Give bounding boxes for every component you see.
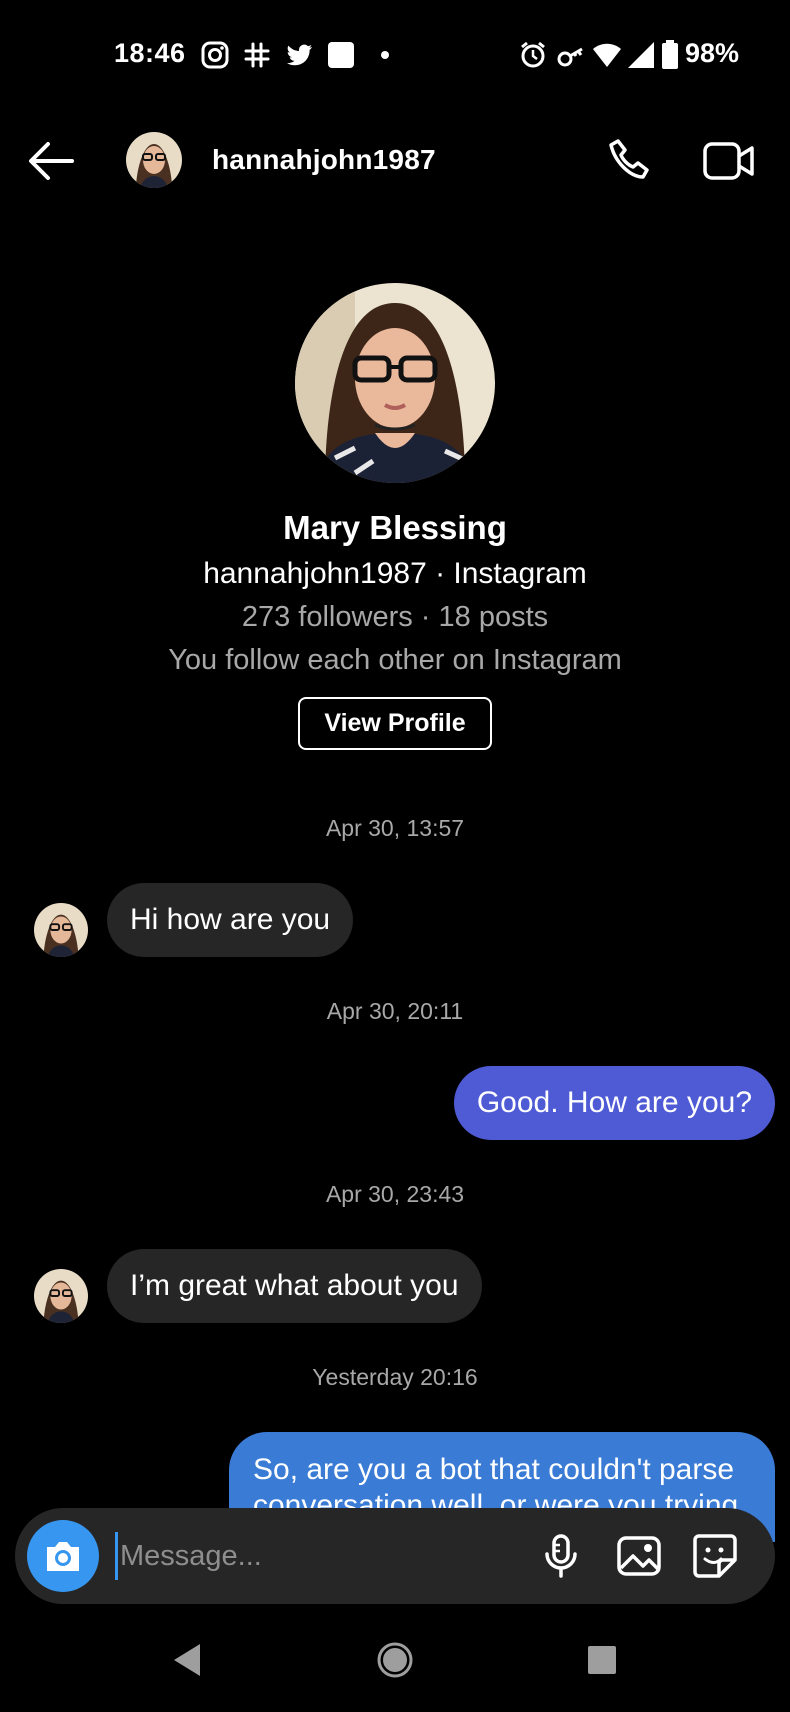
instagram-icon xyxy=(201,41,229,69)
battery-percent: 98% xyxy=(685,38,740,68)
battery-icon xyxy=(662,40,678,69)
chat-header: hannahjohn1987 xyxy=(0,110,790,210)
message-bubble-incoming[interactable]: Hi how are you xyxy=(107,883,354,957)
message-text: I’m great what about you xyxy=(130,1269,459,1302)
profile-name: Mary Blessing xyxy=(283,509,507,546)
message-timestamp: Yesterday 20:16 xyxy=(312,1364,478,1390)
signal-icon xyxy=(628,42,654,68)
message-composer xyxy=(15,1508,775,1604)
avatar-photo xyxy=(34,1269,88,1323)
avatar[interactable] xyxy=(34,903,88,957)
avatar-photo xyxy=(126,132,182,188)
profile-stats: 273 followers · 18 posts xyxy=(241,601,549,633)
gallery-icon[interactable] xyxy=(615,1532,663,1580)
video-camera-icon[interactable] xyxy=(702,136,756,186)
alarm-icon xyxy=(521,41,545,68)
camera-icon xyxy=(47,1542,79,1571)
camera-button[interactable] xyxy=(27,1520,99,1592)
profile-card: Mary Blessing hannahjohn1987 · Instagram… xyxy=(0,283,790,677)
view-profile-button[interactable]: View Profile xyxy=(298,697,492,750)
header-username[interactable]: hannahjohn1987 xyxy=(212,144,436,176)
message-bubble-outgoing[interactable]: Good. How are you? xyxy=(453,1066,775,1140)
message-timestamp: Apr 30, 23:43 xyxy=(325,1181,465,1207)
square-icon xyxy=(328,42,354,68)
status-bar: 18:46 98% xyxy=(0,0,790,110)
system-nav-bar xyxy=(0,1610,790,1712)
message-bubble-incoming[interactable]: I’m great what about you xyxy=(107,1249,482,1323)
microphone-icon[interactable] xyxy=(537,1532,585,1580)
nav-home-icon[interactable] xyxy=(375,1640,415,1680)
profile-avatar[interactable] xyxy=(295,283,495,483)
message-timestamp: Apr 30, 20:11 xyxy=(326,998,464,1024)
nav-recents-icon[interactable] xyxy=(582,1640,622,1680)
avatar[interactable] xyxy=(126,132,182,188)
avatar[interactable] xyxy=(34,1269,88,1323)
profile-mutual-follow: You follow each other on Instagram xyxy=(168,644,622,676)
wifi-icon xyxy=(593,43,621,67)
vpn-key-icon xyxy=(557,47,583,67)
profile-handle: hannahjohn1987 · Instagram xyxy=(203,557,587,590)
profile-photo xyxy=(295,283,495,483)
avatar-photo xyxy=(34,903,88,957)
dot-icon xyxy=(381,51,389,59)
slack-icon xyxy=(244,42,270,68)
sticker-icon[interactable] xyxy=(691,1532,739,1580)
twitter-icon xyxy=(286,44,312,66)
message-timestamp: Apr 30, 13:57 xyxy=(325,815,465,841)
message-input[interactable] xyxy=(115,1532,535,1580)
message-text: Hi how are you xyxy=(130,903,331,936)
phone-icon[interactable] xyxy=(606,136,656,186)
message-text: Good. How are you? xyxy=(476,1086,752,1119)
nav-back-icon[interactable] xyxy=(168,1640,208,1680)
arrow-left-icon[interactable] xyxy=(26,138,76,184)
status-time: 18:46 xyxy=(114,38,186,68)
